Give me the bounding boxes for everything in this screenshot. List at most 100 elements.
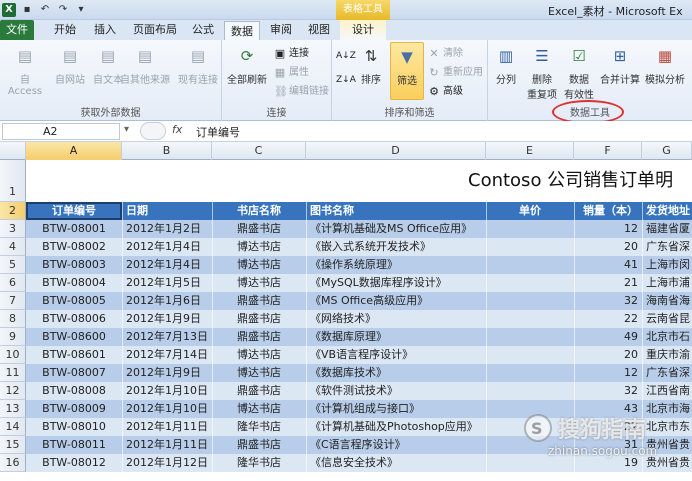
tab-data[interactable]: 数据: [224, 21, 260, 41]
header-unit-price[interactable]: 单价: [486, 202, 574, 220]
row-header-15[interactable]: 15: [0, 436, 26, 454]
cell-book-name[interactable]: 《计算机组成与接口》: [306, 400, 486, 418]
from-web-button[interactable]: ▤ 自网站: [50, 44, 90, 86]
column-header-b[interactable]: B: [122, 142, 212, 160]
cell-sales-qty[interactable]: 12: [574, 220, 642, 238]
cell-book-name[interactable]: 《C语言程序设计》: [306, 436, 486, 454]
cell-order-id[interactable]: BTW-08008: [26, 382, 122, 400]
header-sales-qty[interactable]: 销量（本）: [574, 202, 642, 220]
row-header-7[interactable]: 7: [0, 292, 26, 310]
row-header-16[interactable]: 16: [0, 454, 26, 472]
cell-order-id[interactable]: BTW-08600: [26, 328, 122, 346]
cell-date[interactable]: 2012年1月10日: [122, 400, 212, 418]
edit-links-button[interactable]: ⛓ 编辑链接: [274, 84, 329, 100]
save-icon[interactable]: ▪: [20, 3, 34, 17]
cell-bookstore[interactable]: 隆华书店: [212, 454, 306, 472]
cell-order-id[interactable]: BTW-08009: [26, 400, 122, 418]
cell-date[interactable]: 2012年1月4日: [122, 238, 212, 256]
column-header-a[interactable]: A: [26, 142, 122, 160]
row-header-8[interactable]: 8: [0, 310, 26, 328]
cell-date[interactable]: 2012年1月5日: [122, 274, 212, 292]
cell-order-id[interactable]: BTW-08601: [26, 346, 122, 364]
cell-book-name[interactable]: 《计算机基础及Photoshop应用》: [306, 418, 486, 436]
cell-unit-price[interactable]: [486, 238, 574, 256]
header-bookstore[interactable]: 书店名称: [212, 202, 306, 220]
cell-unit-price[interactable]: [486, 364, 574, 382]
cell-order-id[interactable]: BTW-08002: [26, 238, 122, 256]
from-other-sources-button[interactable]: ▤ 自其他来源: [118, 44, 172, 86]
row-header-13[interactable]: 13: [0, 400, 26, 418]
tab-formulas[interactable]: 公式: [186, 20, 220, 40]
advanced-filter-button[interactable]: ⚙ 高级: [428, 84, 463, 100]
tab-insert[interactable]: 插入: [88, 20, 122, 40]
existing-connections-button[interactable]: ▤ 现有连接: [176, 44, 220, 86]
cell-unit-price[interactable]: [486, 382, 574, 400]
cell-order-id[interactable]: BTW-08006: [26, 310, 122, 328]
cell-ship-address[interactable]: 福建省厦: [642, 220, 692, 238]
cell-sales-qty[interactable]: 32: [574, 292, 642, 310]
cell-sales-qty[interactable]: 20: [574, 238, 642, 256]
cell-ship-address[interactable]: 江西省南: [642, 382, 692, 400]
column-header-c[interactable]: C: [212, 142, 306, 160]
data-validation-button[interactable]: ☑ 数据 有效性: [562, 44, 596, 101]
cell-sales-qty[interactable]: 22: [574, 310, 642, 328]
sort-a-z-button[interactable]: A↓Z: [336, 48, 356, 64]
cell-sales-qty[interactable]: 21: [574, 274, 642, 292]
row-header-10[interactable]: 10: [0, 346, 26, 364]
cell-date[interactable]: 2012年1月4日: [122, 256, 212, 274]
cell-ship-address[interactable]: 重庆市渝: [642, 346, 692, 364]
cell-bookstore[interactable]: 博达书店: [212, 346, 306, 364]
cell-date[interactable]: 2012年1月6日: [122, 292, 212, 310]
cell-date[interactable]: 2012年1月12日: [122, 454, 212, 472]
cell-bookstore[interactable]: 博达书店: [212, 400, 306, 418]
cell-book-name[interactable]: 《信息安全技术》: [306, 454, 486, 472]
customize-qat-icon[interactable]: ▾: [74, 3, 88, 17]
cell-order-id[interactable]: BTW-08011: [26, 436, 122, 454]
cell-sales-qty[interactable]: 41: [574, 256, 642, 274]
tab-file[interactable]: 文件: [0, 20, 34, 40]
cell-book-name[interactable]: 《MySQL数据库程序设计》: [306, 274, 486, 292]
sort-button[interactable]: ⇅ 排序: [356, 44, 386, 86]
cell-sales-qty[interactable]: 49: [574, 328, 642, 346]
cell-book-name[interactable]: 《MS Office高级应用》: [306, 292, 486, 310]
cell-unit-price[interactable]: [486, 346, 574, 364]
cell-bookstore[interactable]: 博达书店: [212, 274, 306, 292]
undo-icon[interactable]: ↶: [38, 3, 52, 17]
cell-date[interactable]: 2012年1月10日: [122, 382, 212, 400]
column-header-g[interactable]: G: [642, 142, 692, 160]
cell-ship-address[interactable]: 上海市闵: [642, 256, 692, 274]
tab-home[interactable]: 开始: [48, 20, 82, 40]
tab-review[interactable]: 审阅: [264, 20, 298, 40]
cell-date[interactable]: 2012年1月11日: [122, 418, 212, 436]
row-header-14[interactable]: 14: [0, 418, 26, 436]
cell-book-name[interactable]: 《软件测试技术》: [306, 382, 486, 400]
cell-unit-price[interactable]: [486, 220, 574, 238]
cell-sales-qty[interactable]: 12: [574, 364, 642, 382]
what-if-analysis-button[interactable]: ▦ 模拟分析: [642, 44, 688, 86]
cell-order-id[interactable]: BTW-08001: [26, 220, 122, 238]
cell-ship-address[interactable]: 北京市石: [642, 328, 692, 346]
cell-date[interactable]: 2012年1月2日: [122, 220, 212, 238]
cell-bookstore[interactable]: 博达书店: [212, 256, 306, 274]
cell-sales-qty[interactable]: 20: [574, 346, 642, 364]
cell-unit-price[interactable]: [486, 256, 574, 274]
cell-ship-address[interactable]: 上海市浦: [642, 274, 692, 292]
cell-date[interactable]: 2012年7月13日: [122, 328, 212, 346]
remove-duplicates-button[interactable]: ☰ 删除 重复项: [524, 44, 560, 101]
name-box-dropdown-icon[interactable]: ▾: [124, 124, 129, 135]
column-header-d[interactable]: D: [306, 142, 486, 160]
cell-book-name[interactable]: 《数据库技术》: [306, 364, 486, 382]
cell-order-id[interactable]: BTW-08007: [26, 364, 122, 382]
row-header-2[interactable]: 2: [0, 202, 26, 220]
cell-bookstore[interactable]: 鼎盛书店: [212, 328, 306, 346]
cell-date[interactable]: 2012年1月9日: [122, 364, 212, 382]
row-header-5[interactable]: 5: [0, 256, 26, 274]
cell-book-name[interactable]: 《操作系统原理》: [306, 256, 486, 274]
name-box[interactable]: A2: [2, 123, 120, 140]
redo-icon[interactable]: ↷: [56, 3, 70, 17]
cell-date[interactable]: 2012年1月9日: [122, 310, 212, 328]
properties-button[interactable]: ▦ 属性: [274, 65, 309, 81]
sort-z-a-button[interactable]: Z↓A: [336, 72, 356, 88]
cell-unit-price[interactable]: [486, 328, 574, 346]
cell-order-id[interactable]: BTW-08005: [26, 292, 122, 310]
